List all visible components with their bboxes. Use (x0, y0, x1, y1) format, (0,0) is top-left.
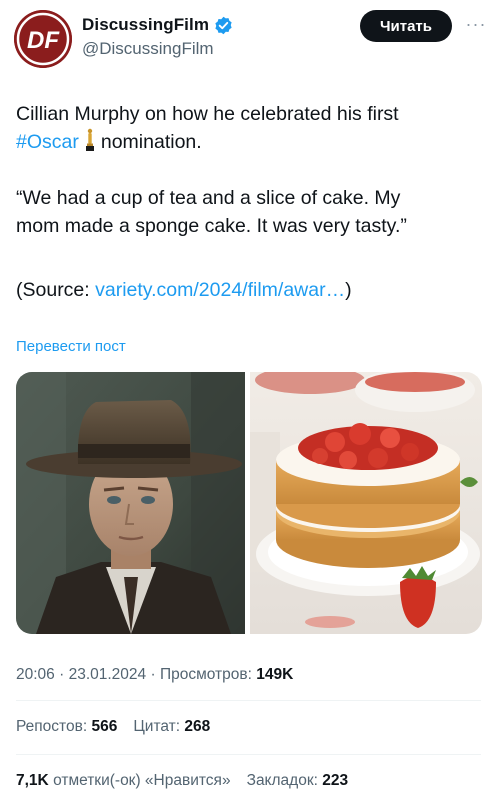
quote-text-1: “We had a cup of tea and a slice of cake… (16, 187, 401, 209)
source-suffix: ) (345, 279, 352, 301)
tweet-text-line1: Cillian Murphy on how he celebrated his … (16, 100, 486, 128)
views-label: Просмотров: (159, 666, 252, 683)
avatar-logo: DF (27, 27, 60, 54)
oscar-trophy-icon (85, 128, 94, 151)
meta-separator: · (54, 666, 69, 683)
more-options-icon[interactable]: ··· (464, 14, 488, 34)
tweet-text-rest: nomination. (100, 131, 202, 153)
likes-count: 7,1K (16, 772, 49, 789)
media-grid (16, 372, 482, 634)
reposts-stat[interactable]: Репостов: 566 (16, 718, 117, 735)
engagement-stats-2: 7,1K отметки(-ок) «Нравится» Закладок: 22… (16, 772, 348, 790)
bookmarks-stat[interactable]: Закладок: 223 (247, 772, 349, 789)
likes-stat[interactable]: 7,1K отметки(-ок) «Нравится» (16, 772, 231, 789)
bookmarks-count: 223 (322, 772, 349, 789)
views-count: 149K (256, 666, 294, 683)
quotes-stat[interactable]: Цитат: 268 (133, 718, 210, 735)
name-row: DiscussingFilm (82, 14, 233, 36)
likes-label: отметки(-ок) «Нравится» (53, 772, 231, 789)
source-link[interactable]: variety.com/2024/film/awar… (95, 279, 345, 301)
divider-2 (16, 754, 481, 755)
source-line: (Source: variety.com/2024/film/awar…) (16, 276, 486, 304)
reposts-label: Репостов: (16, 718, 88, 735)
handle[interactable]: @DiscussingFilm (82, 39, 214, 59)
hashtag-link[interactable]: #Oscar (16, 131, 79, 153)
tweet-text: Cillian Murphy on how he celebrated his … (16, 103, 399, 125)
tweet-time[interactable]: 20:06 (16, 666, 55, 683)
reposts-count: 566 (91, 718, 118, 735)
quote-text-2: mom made a sponge cake. It was very tast… (16, 215, 407, 237)
avatar[interactable]: DF (14, 10, 72, 68)
follow-button[interactable]: Читать (360, 10, 452, 42)
translate-post-link[interactable]: Перевести пост (16, 338, 126, 355)
display-name[interactable]: DiscussingFilm (82, 15, 209, 35)
sponge-cake-photo[interactable] (250, 372, 482, 634)
quotes-count: 268 (184, 718, 211, 735)
cillian-murphy-photo[interactable] (16, 372, 245, 634)
quote-line2: mom made a sponge cake. It was very tast… (16, 212, 486, 240)
bookmarks-label: Закладок: (246, 772, 318, 789)
tweet-text-line2: #Oscar nomination. (16, 128, 486, 156)
tweet-date[interactable]: 23.01.2024 (69, 666, 147, 683)
quotes-label: Цитат: (133, 718, 181, 735)
meta-separator-2: · (146, 666, 160, 683)
divider (16, 700, 481, 701)
engagement-stats: Репостов: 566 Цитат: 268 (16, 718, 210, 736)
source-prefix: (Source: (16, 279, 96, 301)
quote-line1: “We had a cup of tea and a slice of cake… (16, 184, 486, 212)
tweet-meta: 20:06 · 23.01.2024 · Просмотров: 149K (16, 666, 293, 684)
tweet-header: DF DiscussingFilm @DiscussingFilm Читать… (0, 0, 497, 80)
verified-badge-icon (215, 16, 232, 34)
